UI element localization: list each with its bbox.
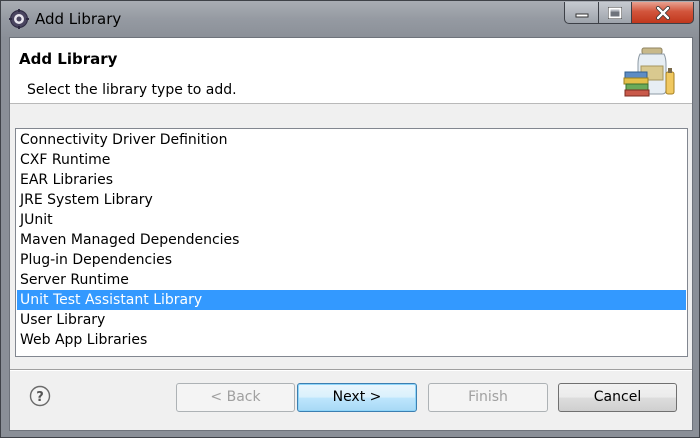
finish-button[interactable]: Finish bbox=[428, 383, 548, 412]
maximize-icon bbox=[608, 6, 622, 19]
list-item[interactable]: Plug-in Dependencies bbox=[17, 250, 686, 270]
close-icon bbox=[655, 5, 670, 20]
back-button[interactable]: < Back bbox=[176, 383, 295, 412]
list-item[interactable]: JRE System Library bbox=[17, 190, 686, 210]
svg-text:?: ? bbox=[36, 390, 44, 405]
list-item[interactable]: JUnit bbox=[17, 210, 686, 230]
list-item[interactable]: User Library bbox=[17, 310, 686, 330]
minimize-icon bbox=[575, 13, 588, 17]
page-title: Add Library bbox=[19, 50, 118, 68]
next-button[interactable]: Next > bbox=[297, 383, 417, 412]
cancel-button[interactable]: Cancel bbox=[558, 383, 677, 412]
list-item[interactable]: CXF Runtime bbox=[17, 150, 686, 170]
minimize-button[interactable] bbox=[564, 2, 599, 24]
library-jar-books-icon bbox=[622, 42, 678, 100]
list-item[interactable]: EAR Libraries bbox=[17, 170, 686, 190]
title-bar[interactable]: Add Library bbox=[1, 1, 699, 37]
maximize-button[interactable] bbox=[598, 2, 632, 24]
window-title: Add Library bbox=[35, 10, 122, 28]
close-button[interactable] bbox=[631, 2, 694, 24]
library-type-list[interactable]: Connectivity Driver Definition CXF Runti… bbox=[15, 128, 688, 357]
footer-divider bbox=[10, 369, 692, 371]
list-item[interactable]: Maven Managed Dependencies bbox=[17, 230, 686, 250]
add-library-dialog: Add Library Add Library Select the libra… bbox=[0, 0, 700, 438]
list-item[interactable]: Server Runtime bbox=[17, 270, 686, 290]
list-item[interactable]: Web App Libraries bbox=[17, 330, 686, 350]
list-item[interactable]: Connectivity Driver Definition bbox=[17, 130, 686, 150]
eclipse-gear-icon bbox=[9, 9, 29, 29]
dialog-body: Add Library Select the library type to a… bbox=[9, 37, 693, 431]
wizard-banner: Add Library Select the library type to a… bbox=[10, 38, 692, 104]
help-question-icon[interactable]: ? bbox=[29, 385, 51, 407]
list-item-selected[interactable]: Unit Test Assistant Library bbox=[17, 290, 686, 310]
page-description: Select the library type to add. bbox=[27, 82, 237, 98]
